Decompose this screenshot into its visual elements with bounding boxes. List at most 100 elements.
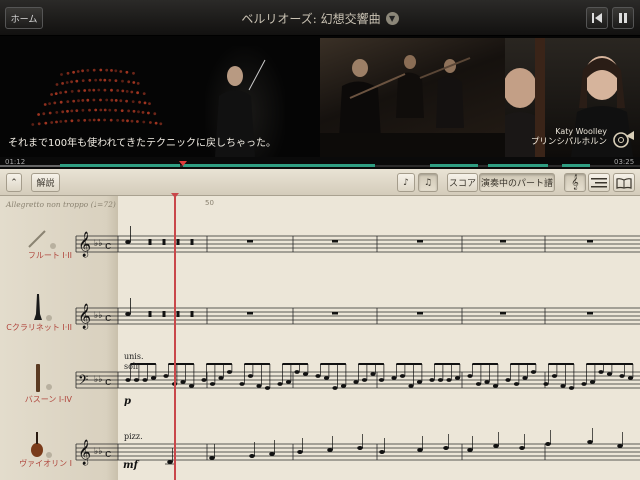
horn-icon [613,131,634,148]
list-view-button[interactable] [588,173,610,192]
note-head [522,376,528,380]
note-head [475,382,482,386]
note-head [568,386,575,390]
timeline[interactable]: 01:12 03:25 [0,157,640,169]
note-head [446,378,452,382]
note-head [417,448,423,452]
video-caption: それまで100年も使われてきたテクニックに戻しちゃった。 [8,138,276,149]
whole-rest [587,240,593,243]
performer-credit: Katy Woolley プリンシパルホルン [519,126,607,148]
treble-clef-button[interactable]: 𝄞 [564,173,586,192]
note-head [408,384,414,388]
note-head [399,374,406,378]
note-head [361,378,368,382]
whole-rest [500,240,506,243]
note-head [297,450,303,454]
note-head [340,384,347,388]
note-head [391,376,397,380]
video-panel[interactable]: それまで100年も使われてきたテクニックに戻しちゃった。 Katy Woolle… [0,36,640,157]
home-button[interactable]: ホーム [5,7,43,29]
score-playhead[interactable] [174,196,176,480]
note-head [125,240,131,244]
note-head [167,460,173,464]
note-head [589,380,596,384]
note-head [370,372,376,376]
note-head [163,374,169,378]
note-head [454,376,461,380]
top-bar: ホーム ベルリオーズ: 幻想交響曲 ▼ [0,0,640,36]
note-head [226,370,233,374]
note-head [530,370,537,374]
soli-direction: soli [124,362,139,371]
key-signature: ♭♭ [94,311,103,321]
note-head [467,374,473,378]
note-head [560,384,566,388]
note-head [150,376,157,380]
score-view-button[interactable]: スコア [447,173,478,192]
time-signature: c [105,239,111,252]
unis-direction: unis. [124,352,144,361]
note-head [209,382,216,386]
note-head [188,384,195,388]
note-head [125,378,131,382]
current-part-button[interactable]: 演奏中のパート譜 [479,173,555,192]
rest [190,311,194,317]
note-head [379,450,385,454]
whole-rest [417,312,423,315]
note-head [256,384,262,388]
note-head [142,378,148,382]
timeline-segment [430,164,478,167]
rest [176,311,180,317]
pause-button[interactable] [612,7,634,29]
note-head [416,380,423,384]
score-area[interactable]: Allegretto non troppo (♩=72) 50 フルート I·I… [0,196,640,480]
treble-clef-icon: 𝄞 [78,231,91,257]
skip-back-icon [592,13,602,23]
timeline-segment [562,164,590,167]
note-head [443,446,449,450]
rest [148,239,152,245]
rest [176,239,180,245]
rest [162,239,166,245]
timeline-segment [60,164,180,167]
single-note-button[interactable]: ♪ [397,173,415,192]
performer-name: Katy Woolley [555,127,607,136]
note-head [327,448,333,452]
dynamic-mezzo-forte: mf [123,460,138,471]
piece-title[interactable]: ベルリオーズ: 幻想交響曲 ▼ [241,10,399,27]
time-signature: c [105,311,111,324]
note-head [353,380,359,384]
note-head [302,372,309,376]
key-signature: ♭♭ [94,375,103,385]
double-note-button[interactable]: ♫ [418,173,438,192]
note-head [357,446,363,450]
rest [162,311,166,317]
book-view-button[interactable] [613,173,635,192]
orchestra-image [320,38,505,157]
note-head [332,386,338,390]
key-signature: ♭♭ [94,447,103,457]
timeline-marker[interactable] [179,161,187,166]
list-icon [591,177,607,187]
note-head [519,446,525,450]
note-head [315,374,321,378]
treble-clef-icon: 𝄞 [78,303,91,329]
note-head [294,370,300,374]
collapse-button[interactable]: ⌃ [6,173,22,192]
note-head [513,382,520,386]
whole-rest [332,240,338,243]
timeline-segment [488,164,548,167]
explain-button[interactable]: 解説 [31,173,60,192]
treble-clef-icon: 𝄞 [571,175,579,190]
note-head [598,370,604,374]
note-head [218,376,224,380]
score-toolbar: ⌃ 解説 ♪ ♫ スコア 演奏中のパート譜 𝄞 [0,169,640,196]
skip-back-button[interactable] [586,7,608,29]
note-head [543,382,549,386]
playhead-handle[interactable] [171,193,179,198]
bass-clef-icon: 𝄢 [78,372,88,391]
pizz-direction: pizz. [124,432,143,441]
note-head [125,312,131,316]
whole-rest [417,240,423,243]
score-staves: 𝄞 ♭♭ c𝄞 ♭♭ c𝄢 ♭♭ c𝄞 ♭♭ c [75,226,640,465]
